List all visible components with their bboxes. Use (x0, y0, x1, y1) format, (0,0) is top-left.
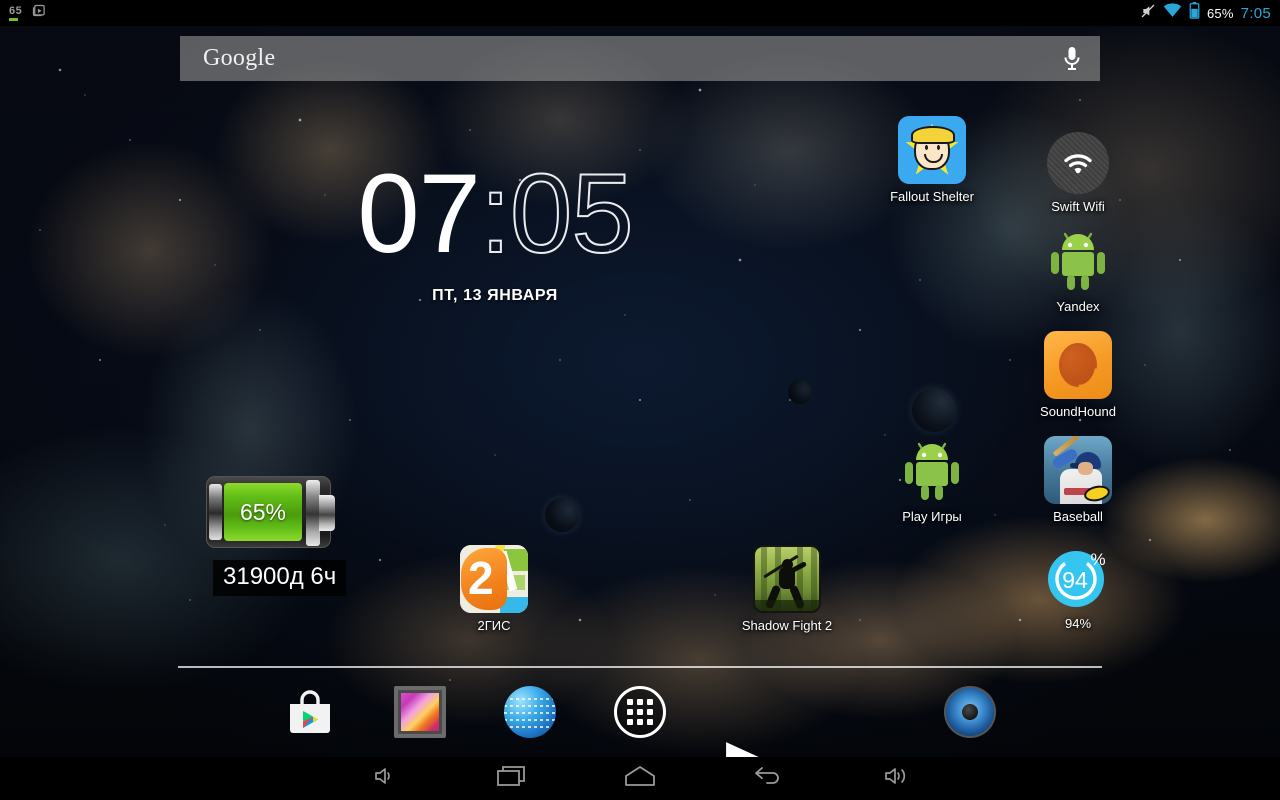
screenshot-icon (31, 3, 46, 23)
google-search-bar[interactable]: Google (180, 36, 1100, 81)
app-play-games[interactable]: Play Игры (884, 436, 980, 524)
battery-uptime-label: 31900д 6ч (213, 560, 347, 596)
android-robot-icon (898, 436, 966, 504)
microphone-icon[interactable] (1062, 45, 1082, 73)
app-baseball[interactable]: Baseball (1030, 436, 1126, 524)
volume-up-icon (883, 765, 909, 792)
clock-hours: 07 (357, 151, 481, 276)
android-robot-icon (1044, 226, 1112, 294)
baseball-icon (1044, 436, 1112, 504)
status-bar-clock: 7:05 (1240, 4, 1271, 22)
fallout-shelter-icon (898, 116, 966, 184)
status-bar[interactable]: 65 65% 7:05 (0, 0, 1280, 26)
clock-time: 07:05 (340, 157, 650, 271)
recents-icon (496, 764, 528, 793)
battery-icon (1189, 2, 1200, 24)
play-store-icon (284, 690, 336, 742)
planet-sphere (912, 388, 956, 432)
home-icon (624, 765, 656, 792)
app-drawer-icon (627, 699, 653, 725)
2gis-icon: 2 (460, 545, 528, 613)
app-soundhound[interactable]: SoundHound (1030, 331, 1126, 419)
status-bar-notifications[interactable]: 65 (0, 3, 46, 23)
app-label: Swift Wifi (1051, 199, 1105, 214)
clock-widget[interactable]: 07:05 ПТ, 13 ЯНВАРЯ (340, 157, 650, 305)
shadow-fight-icon (753, 545, 821, 613)
planet-sphere (788, 380, 812, 404)
nav-recents[interactable] (448, 757, 576, 800)
clock-minutes: :05 (479, 151, 635, 276)
swift-wifi-icon (1047, 132, 1109, 194)
nav-volume-down[interactable] (320, 757, 448, 800)
soundhound-icon (1044, 331, 1112, 399)
widget-label: 94% (1064, 616, 1092, 631)
app-label: Fallout Shelter (890, 189, 974, 204)
planet-sphere (545, 498, 579, 532)
app-label: Play Игры (902, 509, 962, 524)
battery-terminal (319, 495, 335, 531)
svg-text:%: % (1090, 550, 1105, 569)
app-2gis[interactable]: 2 2ГИС (446, 545, 542, 633)
nav-back[interactable] (704, 757, 832, 800)
mute-icon (1140, 3, 1156, 24)
clock-date: ПТ, 13 ЯНВАРЯ (432, 287, 558, 304)
dock-divider (178, 666, 1102, 668)
dock-gallery[interactable] (394, 686, 446, 738)
speaker-icon (962, 704, 978, 720)
battery-graphic: 65% (206, 476, 335, 548)
app-fallout-shelter[interactable]: Fallout Shelter (884, 116, 980, 204)
volume-down-icon (372, 765, 396, 792)
status-bar-system-icons[interactable]: 65% 7:05 (1140, 2, 1280, 24)
app-label: Baseball (1053, 509, 1103, 524)
svg-text:94: 94 (1062, 567, 1088, 593)
gallery-icon (401, 693, 439, 731)
app-label: Yandex (1056, 299, 1100, 314)
app-label: 2ГИС (477, 618, 511, 633)
battery-fill-level: 65% (224, 483, 302, 541)
google-logo-text: Google (203, 45, 276, 71)
app-shadow-fight-2[interactable]: Shadow Fight 2 (739, 545, 835, 633)
nav-home[interactable] (576, 757, 704, 800)
dock-audio[interactable] (944, 686, 996, 738)
dock-browser[interactable] (504, 686, 556, 738)
battery-widget[interactable]: 65% 31900д 6ч (206, 476, 347, 596)
dock-app-drawer[interactable] (614, 686, 666, 738)
app-yandex[interactable]: Yandex (1030, 226, 1126, 314)
battery-saver-indicator: 65 (9, 5, 22, 21)
widget-storage-94[interactable]: 94 % 94% (1030, 543, 1126, 631)
battery-right-cap (306, 480, 320, 546)
back-icon (753, 765, 783, 792)
storage-circle-icon: 94 % (1044, 543, 1112, 611)
battery-left-cap (209, 484, 222, 540)
app-label: Shadow Fight 2 (741, 618, 833, 633)
navigation-bar (0, 757, 1280, 800)
battery-percent-label: 65% (1206, 5, 1234, 21)
dock-play-store[interactable] (284, 686, 336, 738)
battery-widget-percent: 65% (239, 498, 287, 525)
app-swift-wifi[interactable]: Swift Wifi (1030, 129, 1126, 214)
nav-volume-up[interactable] (832, 757, 960, 800)
app-label: SoundHound (1040, 404, 1116, 419)
wifi-icon (1163, 3, 1182, 23)
home-screen: 65 65% 7:05 Google 07:05 ПТ, 13 ЯНВАРЯ 6… (0, 0, 1280, 800)
